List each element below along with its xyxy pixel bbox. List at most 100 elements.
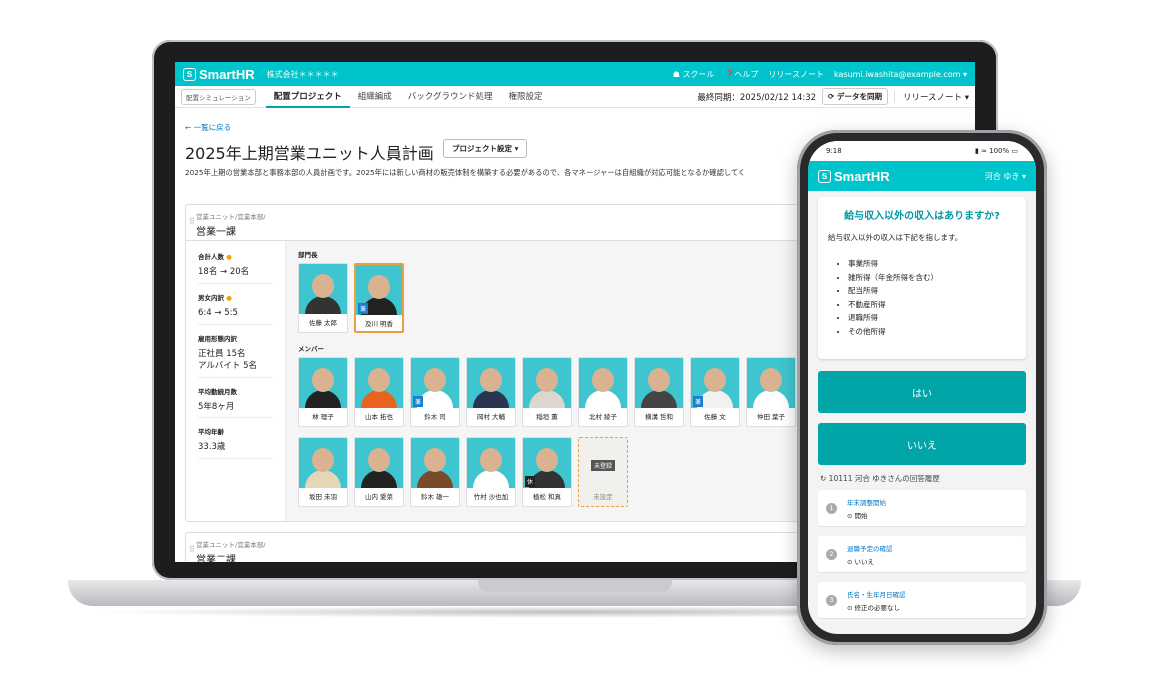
tab-placement-project[interactable]: 配置プロジェクト [265, 86, 350, 108]
release-notes-menu[interactable]: リリースノート ▾ [893, 90, 969, 103]
phone-screen: 9:18 ▮ ≈ 100% ▭ S SmartHR 河合 ゆき ▾ 給与収入以外の… [808, 141, 1036, 634]
history-item-answer: ⊙ 修正の必要なし [847, 603, 901, 612]
avatar [467, 438, 515, 488]
history-item-title: 氏名・生年月日確認 [847, 590, 906, 599]
member-name: 稲垣 薫 [536, 413, 558, 421]
tab-organization[interactable]: 組織編成 [350, 86, 400, 108]
leave-badge: 休 [525, 476, 536, 487]
tab-permissions[interactable]: 権限設定 [500, 86, 550, 108]
no-button[interactable]: いいえ [818, 423, 1026, 465]
member-card[interactable]: 休植松 和真 [522, 437, 572, 507]
list-item: 事業所得 [848, 257, 1016, 271]
stat-gender: 男女内訳 ● 6:4 → 5:5 [198, 288, 273, 325]
member-card[interactable]: 岡村 大輔 [466, 357, 516, 427]
unregistered-label: 未登録 [591, 460, 615, 471]
step-number: 3 [826, 594, 837, 606]
member-name: 佐藤 文 [704, 413, 726, 421]
drag-handle-icon[interactable]: ⠿ [189, 545, 195, 554]
avatar [411, 438, 459, 488]
laptop-notch [478, 580, 672, 592]
member-card[interactable]: 坂田 未羽 [298, 437, 348, 507]
avatar [299, 264, 347, 314]
stat-total: 合計人数 ● 18名 → 20名 [198, 247, 273, 284]
last-sync: 最終同期：2025/02/12 14:32 [697, 92, 817, 103]
member-name: 林 理子 [312, 413, 334, 421]
member-name: 植松 和真 [532, 493, 562, 501]
avatar: 未登録 [579, 438, 627, 488]
step-number: 1 [826, 502, 837, 514]
list-item: 不動産所得 [848, 298, 1016, 312]
member-card[interactable]: 兼及川 明香 [354, 263, 404, 333]
drag-handle-icon[interactable]: ⠿ [189, 217, 195, 226]
school-link[interactable]: ☗ スクール [673, 69, 715, 80]
history-item-title: 年末調整開始 [847, 498, 886, 507]
stat-employment: 雇用形態内訳 正社員 15名 アルバイト 5名 [198, 329, 273, 378]
list-item: 退職所得 [848, 311, 1016, 325]
member-card[interactable]: 横溝 哲和 [634, 357, 684, 427]
clock: 9:18 [826, 147, 842, 155]
help-link[interactable]: ❓ヘルプ [724, 69, 758, 80]
history-item[interactable]: 1 年末調整開始 ⊙ 開始 [818, 490, 1026, 526]
member-name: 佐藤 太郎 [308, 319, 338, 327]
member-card[interactable]: 兼佐藤 文 [690, 357, 740, 427]
member-name: 竹村 沙也加 [473, 493, 509, 501]
user-menu[interactable]: kasumi.iwashita@example.com ▾ [834, 70, 967, 79]
member-card[interactable]: 稲垣 薫 [522, 357, 572, 427]
app-chip[interactable]: 配置シミュレーション [181, 88, 256, 105]
member-name: 山内 愛菜 [364, 493, 394, 501]
tab-bar: 配置シミュレーション 配置プロジェクト 組織編成 バックグラウンド処理 権限設定… [175, 86, 975, 108]
phone-user-menu[interactable]: 河合 ゆき ▾ [985, 171, 1026, 182]
stats-column: 合計人数 ● 18名 → 20名 男女内訳 ● 6:4 → 5:5 雇用形態内訳 正社… [186, 241, 286, 521]
back-link[interactable]: ← 一覧に戻る [185, 122, 231, 133]
member-card[interactable]: 林 理子 [298, 357, 348, 427]
history-item[interactable]: 3 氏名・生年月日確認 ⊙ 修正の必要なし [818, 582, 1026, 618]
member-name: 仲田 葉子 [756, 413, 786, 421]
history-item[interactable]: 2 退職予定の確認 ⊙ いいえ [818, 536, 1026, 572]
member-name: 及川 明香 [364, 320, 394, 328]
avatar [467, 358, 515, 408]
avatar [747, 358, 795, 408]
unset-card[interactable]: 未登録 未設定 [578, 437, 628, 507]
avatar: 兼 [691, 358, 739, 408]
avatar [635, 358, 683, 408]
yes-button[interactable]: はい [818, 371, 1026, 413]
member-name: 北村 綾子 [588, 413, 618, 421]
stat-tenure: 平均勤続月数 5年8ヶ月 [198, 382, 273, 419]
avatar [523, 358, 571, 408]
avatar: 兼 [356, 265, 402, 315]
member-card[interactable]: 北村 綾子 [578, 357, 628, 427]
page-title: 2025年上期営業ユニット人員計画 [185, 144, 434, 163]
status-bar: 9:18 ▮ ≈ 100% ▭ [808, 141, 1036, 161]
history-item-answer: ⊙ 開始 [847, 511, 868, 520]
project-description: 2025年上期の営業本部と事務本部の人員計画です。2025年には新しい商材の販売… [185, 168, 746, 177]
member-card[interactable]: 仲田 葉子 [746, 357, 796, 427]
project-settings-button[interactable]: プロジェクト設定 ▾ [443, 139, 528, 158]
sync-button[interactable]: ⟳ データを同期 [822, 88, 888, 105]
smarthr-logo[interactable]: S SmartHR [818, 169, 890, 184]
question-card: 給与収入以外の収入はありますか? 給与収入以外の収入は下記を指します。 事業所得… [818, 197, 1026, 359]
avatar: 兼 [411, 358, 459, 408]
member-name: 未設定 [593, 493, 613, 501]
member-card[interactable]: 山本 拓也 [354, 357, 404, 427]
smarthr-logo[interactable]: S SmartHR [183, 67, 255, 82]
logo-mark-icon: S [183, 67, 196, 81]
avatar [299, 358, 347, 408]
list-item: 雑所得（年金所得を含む） [848, 271, 1016, 285]
member-name: 鈴木 雄一 [420, 493, 450, 501]
tab-background[interactable]: バックグラウンド処理 [400, 86, 501, 108]
member-card[interactable]: 山内 愛菜 [354, 437, 404, 507]
member-name: 横溝 哲和 [644, 413, 674, 421]
member-card[interactable]: 鈴木 雄一 [410, 437, 460, 507]
battery-indicator: ▮ ≈ 100% ▭ [974, 147, 1018, 155]
company-name: 株式会社＊＊＊＊＊ [266, 69, 339, 79]
member-card[interactable]: 佐藤 太郎 [298, 263, 348, 333]
stage: S SmartHR 株式会社＊＊＊＊＊ ☗ スクール ❓ヘルプ リリースノート k… [0, 0, 1149, 673]
release-notes-link[interactable]: リリースノート [768, 69, 824, 80]
member-card[interactable]: 兼鈴木 司 [410, 357, 460, 427]
member-name: 山本 拓也 [364, 413, 394, 421]
concurrent-badge: 兼 [693, 396, 704, 407]
step-number: 2 [826, 548, 837, 560]
history-item-title: 退職予定の確認 [847, 544, 893, 553]
member-card[interactable]: 竹村 沙也加 [466, 437, 516, 507]
phone-header: S SmartHR 河合 ゆき ▾ [808, 161, 1036, 191]
